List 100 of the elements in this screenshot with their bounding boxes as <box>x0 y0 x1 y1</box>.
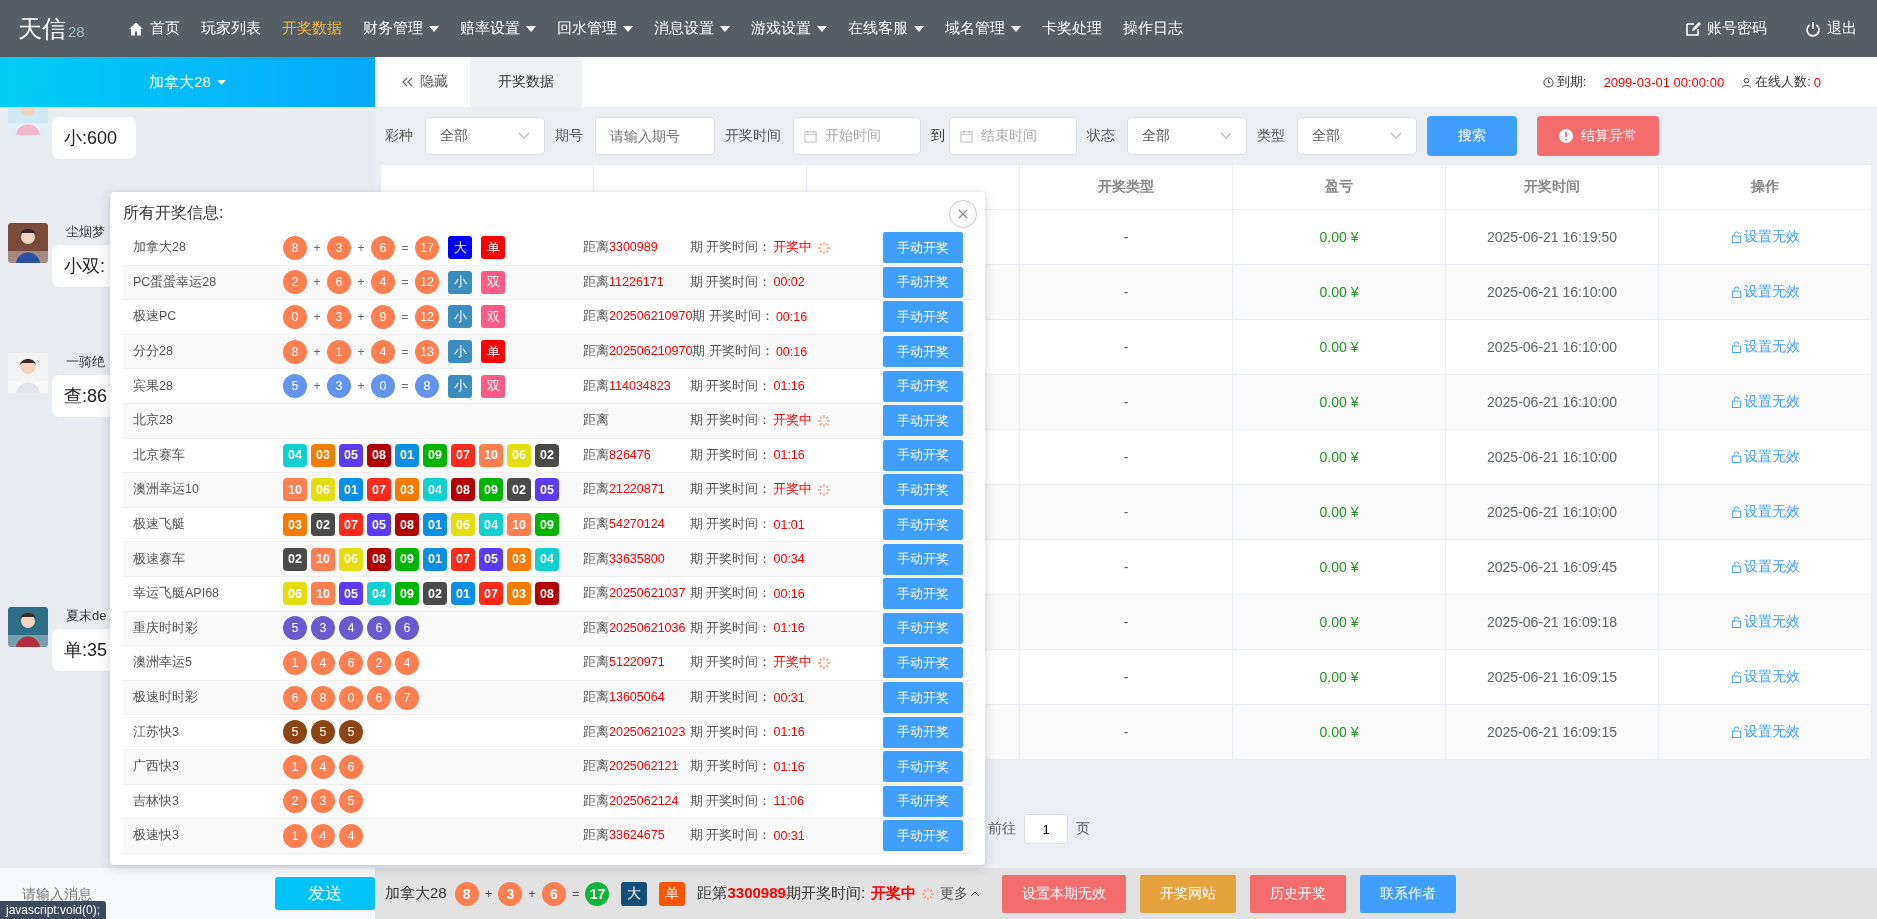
table-cell: 2025-06-21 16:10:00 <box>1446 320 1659 374</box>
manual-draw-button[interactable]: 手动开奖 <box>883 301 963 333</box>
action-button[interactable]: 历史开奖 <box>1250 874 1347 913</box>
lottery-name: 北京赛车 <box>133 446 186 464</box>
double-chevron-left-icon <box>402 77 414 87</box>
manual-draw-button[interactable]: 手动开奖 <box>883 716 963 748</box>
number-ball: 9 <box>371 305 395 329</box>
number-ball: 8 <box>283 235 307 260</box>
settlement-error-button[interactable]: 结算异常 <box>1537 116 1659 156</box>
nav-link[interactable]: 消息设置 <box>654 19 730 38</box>
set-invalid-link[interactable]: 设置无效 <box>1730 503 1800 521</box>
result-tag: 双 <box>481 374 505 398</box>
message-input[interactable]: 请输入消息 <box>0 885 268 902</box>
table-cell: 0.00 ¥ <box>1233 430 1446 484</box>
manual-draw-button[interactable]: 手动开奖 <box>883 405 963 437</box>
action-button[interactable]: 联系作者 <box>1360 874 1457 913</box>
lottery-name: 幸运飞艇API68 <box>133 585 221 603</box>
account-password-link[interactable]: 账号密码 <box>1685 19 1767 38</box>
number-ball: 6 <box>339 754 363 779</box>
number-tile: 02 <box>283 547 307 571</box>
number-tile: 02 <box>507 478 531 502</box>
set-invalid-link[interactable]: 设置无效 <box>1730 448 1800 466</box>
search-button[interactable]: 搜索 <box>1427 116 1517 156</box>
action-button[interactable]: 开奖网站 <box>1140 874 1237 913</box>
nav-link[interactable]: 财务管理 <box>363 19 439 38</box>
nav-link[interactable]: 域名管理 <box>945 19 1021 38</box>
column-header: 开奖时间 <box>1446 165 1659 209</box>
manual-draw-button[interactable]: 手动开奖 <box>883 820 963 852</box>
page-input[interactable]: 1 <box>1024 814 1068 844</box>
manual-draw-button[interactable]: 手动开奖 <box>883 336 963 368</box>
table-cell: 0.00 ¥ <box>1233 375 1446 429</box>
manual-draw-button[interactable]: 手动开奖 <box>883 232 963 264</box>
date-field[interactable]: 结束时间 <box>949 117 1077 155</box>
draw-time: 00:16 <box>773 586 805 601</box>
manual-draw-button[interactable]: 手动开奖 <box>883 612 963 644</box>
manual-draw-button[interactable]: 手动开奖 <box>883 370 963 402</box>
set-invalid-link[interactable]: 设置无效 <box>1730 283 1800 301</box>
number-ball: 6 <box>283 685 307 710</box>
chevron-down-icon <box>518 132 530 140</box>
operator: + <box>356 240 366 255</box>
date-field[interactable]: 开始时间 <box>793 117 921 155</box>
close-button[interactable] <box>949 200 977 228</box>
manual-draw-button[interactable]: 手动开奖 <box>883 785 963 817</box>
logout-link[interactable]: 退出 <box>1805 19 1857 38</box>
manual-draw-button[interactable]: 手动开奖 <box>883 509 963 541</box>
nav-link[interactable]: 开奖数据 <box>282 19 342 38</box>
nav-link[interactable]: 游戏设置 <box>751 19 827 38</box>
tab[interactable]: 开奖数据 <box>470 57 582 107</box>
number-tile: 07 <box>451 547 475 571</box>
set-invalid-link[interactable]: 设置无效 <box>1730 393 1800 411</box>
set-invalid-link[interactable]: 设置无效 <box>1730 613 1800 631</box>
manual-draw-button[interactable]: 手动开奖 <box>883 474 963 506</box>
draw-time: 00:16 <box>775 344 808 359</box>
select-field[interactable]: 全部 <box>425 117 545 155</box>
nav-link[interactable]: 回水管理 <box>557 19 633 38</box>
nav-link[interactable]: 操作日志 <box>1123 19 1183 38</box>
set-invalid-link[interactable]: 设置无效 <box>1730 338 1800 356</box>
issue-input[interactable]: 请输入期号 <box>595 117 715 155</box>
operator: + <box>356 379 366 394</box>
more-link[interactable]: 更多 <box>940 884 981 903</box>
lock-icon <box>1730 231 1742 243</box>
manual-draw-button[interactable]: 手动开奖 <box>883 578 963 610</box>
number-tile: 01 <box>423 513 447 537</box>
number-ball: 5 <box>283 720 307 745</box>
manual-draw-button[interactable]: 手动开奖 <box>883 751 963 783</box>
hide-link[interactable]: 隐藏 <box>375 73 470 91</box>
set-invalid-link[interactable]: 设置无效 <box>1730 228 1800 246</box>
number-tile: 09 <box>395 582 419 606</box>
expiry-value: 2099-03-01 00:00:00 <box>1603 74 1725 90</box>
chat-bubble: 小:600 <box>52 117 136 159</box>
send-button[interactable]: 发送 <box>275 877 375 910</box>
nav-link[interactable]: 玩家列表 <box>201 19 261 38</box>
manual-draw-button[interactable]: 手动开奖 <box>883 439 963 471</box>
lock-icon <box>1730 286 1742 298</box>
lottery-selector[interactable]: 加拿大28 <box>0 57 375 107</box>
manual-draw-button[interactable]: 手动开奖 <box>883 682 963 713</box>
manual-draw-button[interactable]: 手动开奖 <box>883 647 963 679</box>
manual-draw-button[interactable]: 手动开奖 <box>883 543 963 575</box>
set-invalid-link[interactable]: 设置无效 <box>1730 668 1800 686</box>
number-tile: 07 <box>451 443 475 467</box>
draw-time-label: 期 开奖时间： <box>690 446 772 464</box>
nav-link[interactable]: 赔率设置 <box>460 19 536 38</box>
number-tile: 04 <box>535 547 559 571</box>
draw-time-label: 期 开奖时间： <box>690 516 772 534</box>
set-invalid-link[interactable]: 设置无效 <box>1730 723 1800 741</box>
lottery-name: 重庆时时彩 <box>133 619 199 637</box>
select-field[interactable]: 全部 <box>1297 117 1417 155</box>
table-cell: - <box>1020 485 1233 539</box>
action-button[interactable]: 设置本期无效 <box>1002 874 1127 913</box>
lock-icon <box>1730 396 1742 408</box>
nav-link[interactable]: 首页 <box>128 19 180 38</box>
table-cell: - <box>1020 265 1233 319</box>
issue-distance: 距离3300989 <box>583 239 659 257</box>
result-tag: 单 <box>481 340 505 364</box>
manual-draw-button[interactable]: 手动开奖 <box>883 266 963 298</box>
nav-link[interactable]: 卡奖处理 <box>1042 19 1102 38</box>
select-field[interactable]: 全部 <box>1127 117 1247 155</box>
lock-icon <box>1730 451 1742 463</box>
set-invalid-link[interactable]: 设置无效 <box>1730 558 1800 576</box>
nav-link[interactable]: 在线客服 <box>848 19 924 38</box>
